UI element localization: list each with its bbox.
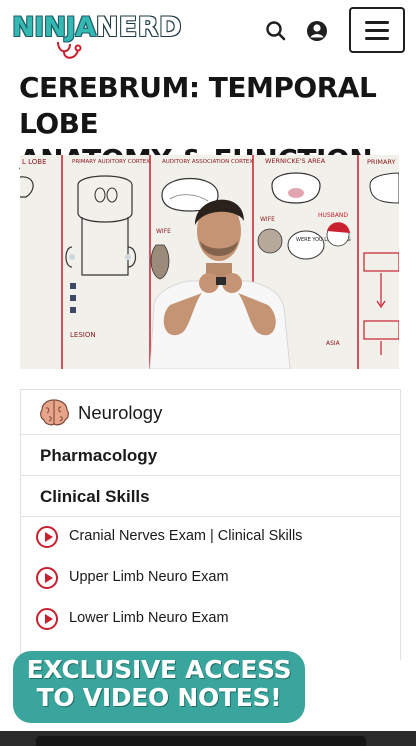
lesson-title: Upper Limb Neuro Exam [69, 569, 229, 585]
board-label: WERNICKE'S AREA [265, 157, 326, 165]
bottom-bar-handle [36, 736, 366, 746]
lesson-title: Lower Limb Neuro Exam [69, 610, 229, 626]
section-label: Clinical Skills [40, 487, 150, 506]
play-icon [36, 526, 58, 548]
brain-icon [40, 399, 69, 426]
category-row-neurology[interactable]: Neurology [21, 390, 400, 435]
board-label: LESION [70, 331, 96, 339]
play-icon [36, 567, 58, 589]
board-label: PRIMARY AUDITORY CORTEX [72, 159, 150, 165]
site-header: NINJANERD [0, 0, 416, 66]
logo-ninja-text: NINJA [12, 12, 96, 43]
logo-nerd-text: NERD [95, 12, 182, 43]
promo-line-2: TO VIDEO NOTES! [36, 683, 282, 712]
hamburger-menu-bar [365, 29, 389, 32]
board-label: WIFE [156, 228, 171, 235]
ninja-nerd-logo[interactable]: NINJANERD [12, 12, 182, 59]
video-frame: L LOBE PRIMARY AUDITORY CORTEX AUDITORY … [20, 155, 399, 369]
board-label: ASIA [326, 340, 341, 347]
category-label: Neurology [78, 402, 163, 423]
board-label: PRIMARY [367, 158, 396, 166]
board-label: L LOBE [22, 158, 47, 166]
lesson-item[interactable]: Upper Limb Neuro Exam [21, 559, 400, 600]
stethoscope-icon [57, 41, 82, 59]
section-row-clinical-skills[interactable]: Clinical Skills [21, 476, 400, 517]
app-screen: NINJANERD CEREBRUM: TEMPORAL LOBE ANATOM… [0, 0, 416, 746]
course-navigation-list: Neurology Pharmacology Clinical Skills C… [20, 389, 401, 660]
board-label: AUDITORY ASSOCIATION CORTEX [162, 159, 253, 165]
board-label: WIFE [260, 216, 275, 223]
lecture-video-player[interactable]: L LOBE PRIMARY AUDITORY CORTEX AUDITORY … [20, 155, 399, 369]
lesson-item[interactable]: Lower Limb Neuro Exam [21, 600, 400, 641]
hamburger-menu-bar [365, 37, 389, 40]
bottom-bar [0, 731, 416, 746]
user-circle-icon[interactable] [304, 18, 330, 44]
lesson-title: Cranial Nerves Exam | Clinical Skills [69, 528, 303, 544]
promo-line-1: EXCLUSIVE ACCESS [26, 655, 292, 684]
board-label: HUSBAND [318, 212, 348, 219]
page-title-line-1: CEREBRUM: TEMPORAL LOBE [19, 71, 377, 140]
search-icon[interactable] [263, 18, 289, 44]
lesson-item[interactable]: Cranial Nerves Exam | Clinical Skills [21, 518, 400, 559]
section-row-pharmacology[interactable]: Pharmacology [21, 435, 400, 476]
hamburger-menu-button[interactable] [349, 7, 405, 53]
section-label: Pharmacology [40, 446, 158, 465]
play-icon [36, 608, 58, 630]
promo-banner[interactable]: EXCLUSIVE ACCESS TO VIDEO NOTES! [13, 651, 305, 723]
hamburger-menu-icon [365, 21, 389, 24]
